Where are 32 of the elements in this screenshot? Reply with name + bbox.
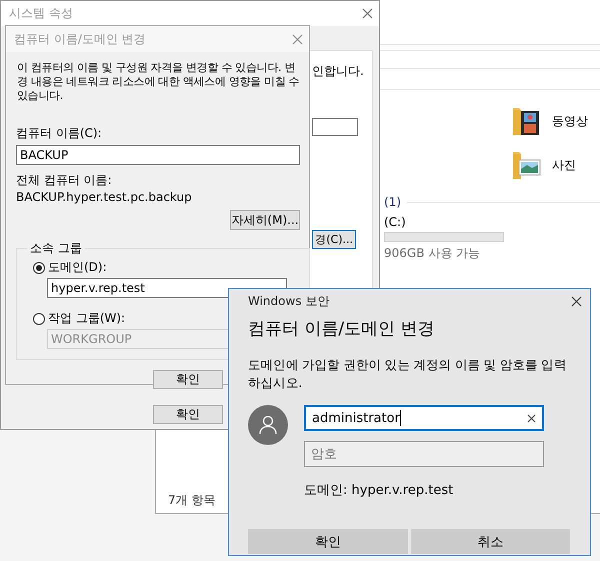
description-text: 인합니다. xyxy=(312,63,365,80)
more-button[interactable]: 자세히(M)... xyxy=(230,210,300,230)
computer-name-field[interactable]: BACKUP xyxy=(16,145,300,165)
user-avatar-icon xyxy=(248,405,288,445)
radio-label[interactable]: 도메인(D): xyxy=(48,259,107,276)
dialog-title: 컴퓨터 이름/도메인 변경 xyxy=(14,30,146,48)
password-field[interactable]: 암호 xyxy=(304,441,544,467)
username-field[interactable]: administrator xyxy=(304,405,544,431)
change-button[interactable]: 경(C)... xyxy=(312,230,356,249)
window-title: 시스템 속성 xyxy=(9,5,73,22)
drive-space-text: 906GB 사용 가능 xyxy=(384,245,482,262)
status-bar-text: 7개 항목 xyxy=(168,493,216,507)
group-title: 소속 그룹 xyxy=(29,240,83,257)
radio-button[interactable] xyxy=(33,262,45,274)
close-icon[interactable] xyxy=(362,8,373,19)
field-label: 컴퓨터 이름(C): xyxy=(16,125,103,142)
folder-label[interactable]: 사진 xyxy=(552,156,576,174)
text-field[interactable] xyxy=(312,118,358,136)
cancel-button[interactable]: 취소 xyxy=(410,529,570,554)
folder-label[interactable]: 동영상 xyxy=(552,112,588,130)
field-label: 전체 컴퓨터 이름: xyxy=(16,172,113,189)
drive-label[interactable]: (C:) xyxy=(384,215,600,229)
ok-button[interactable]: 확인 xyxy=(153,405,223,424)
ok-button[interactable]: 확인 xyxy=(153,370,223,389)
description-text: 이 컴퓨터의 이름 및 구성원 자격을 변경할 수 있습니다. 변경 내용은 네트워크 리소스에 대한 액세스에 영향을 미칠 수 있습니다. xyxy=(17,61,300,103)
group-header[interactable]: (1) xyxy=(384,195,401,209)
full-name-text: BACKUP.hyper.test.pc.backup xyxy=(16,190,193,204)
close-icon[interactable] xyxy=(571,296,582,306)
clear-icon[interactable] xyxy=(527,414,536,422)
domain-text: 도메인: hyper.v.rep.test xyxy=(304,482,454,499)
prompt-text: 도메인에 가입할 권한이 있는 계정의 이름 및 암호를 입력하십시오. xyxy=(248,356,568,392)
ok-button[interactable]: 확인 xyxy=(248,529,408,554)
